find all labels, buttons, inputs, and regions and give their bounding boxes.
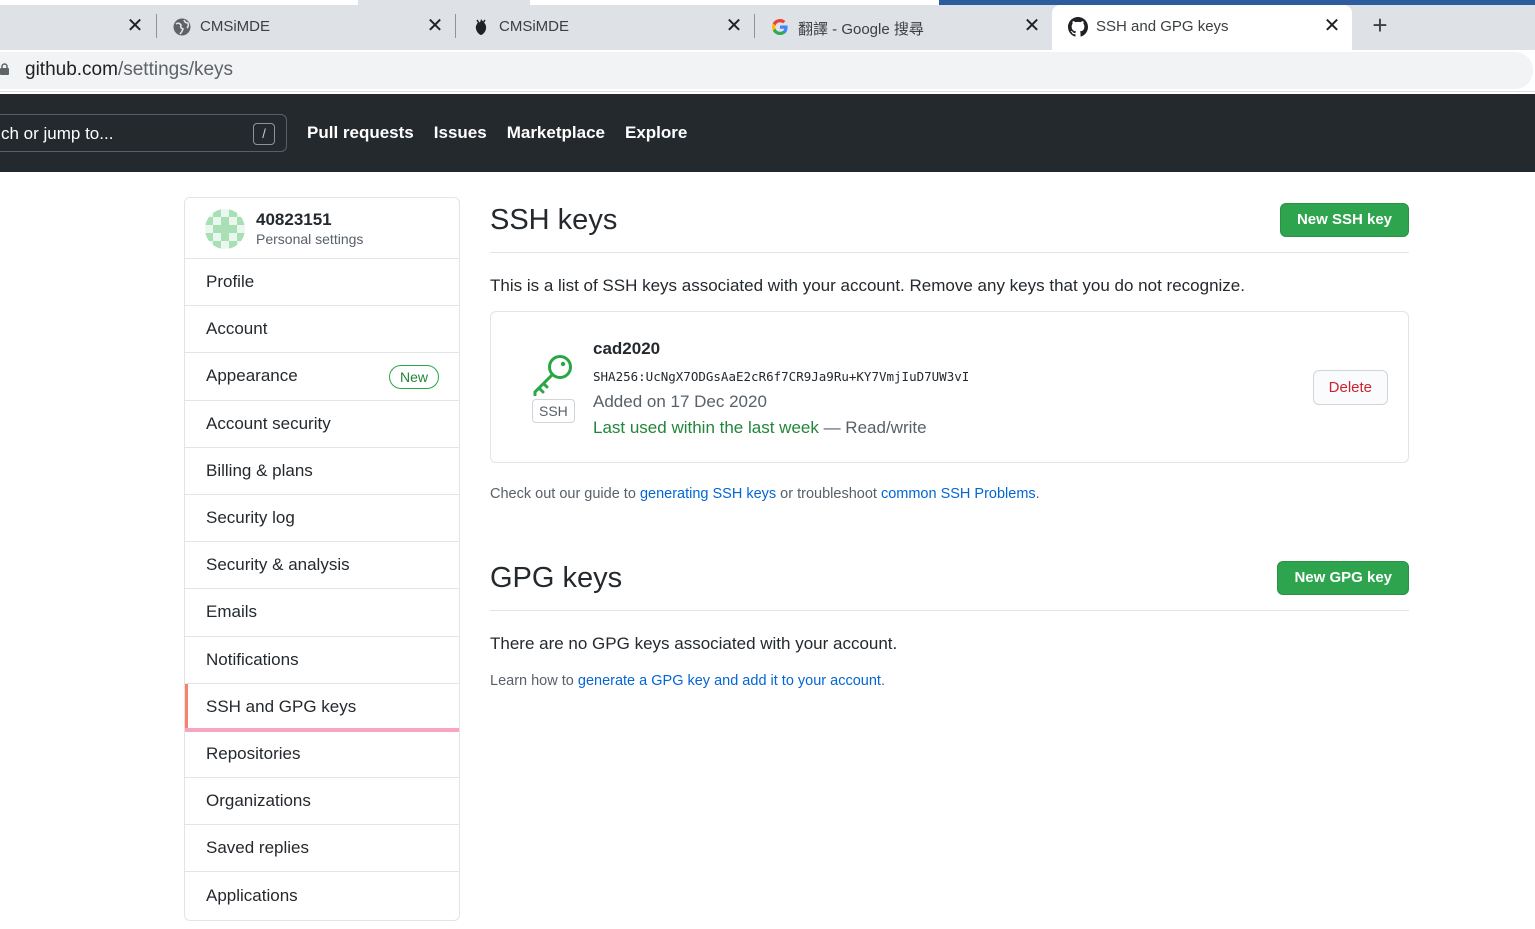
- browser-tab-title: 翻譯 - Google 搜尋: [798, 21, 924, 38]
- lock-icon[interactable]: [0, 63, 10, 75]
- nav-marketplace[interactable]: Marketplace: [507, 123, 605, 143]
- sidebar-item-label: Account: [206, 319, 268, 339]
- identicon-icon: [205, 209, 245, 249]
- search-shortcut-key: /: [253, 123, 275, 145]
- gpg-learn-text: Learn how to generate a GPG key and add …: [490, 673, 885, 689]
- new-badge: New: [388, 365, 439, 390]
- browser-tab-title: CMSiMDE: [499, 18, 569, 35]
- ssh-section-header: SSH keys New SSH key: [490, 196, 1409, 253]
- guide-prefix: Check out our guide to: [490, 486, 640, 502]
- globe-icon: [173, 18, 191, 36]
- sidebar-item-security-log[interactable]: Security log: [185, 495, 459, 543]
- browser-tab-active[interactable]: SSH and GPG keys ✕: [1052, 5, 1352, 50]
- browser-tab[interactable]: ✕: [0, 5, 155, 50]
- browser-tab[interactable]: CMSiMDE ✕: [156, 5, 455, 50]
- sidebar-subtitle: Personal settings: [256, 231, 364, 247]
- browser-tab[interactable]: 翻譯 - Google 搜尋 ✕: [754, 5, 1052, 50]
- sidebar-item-billing[interactable]: Billing & plans: [185, 448, 459, 495]
- sidebar-item-saved-replies[interactable]: Saved replies: [185, 825, 459, 873]
- sidebar-item-label: Profile: [206, 272, 255, 292]
- sidebar-item-ssh-gpg-keys[interactable]: SSH and GPG keys: [185, 683, 459, 733]
- sidebar-item-account[interactable]: Account: [185, 306, 459, 354]
- nav-issues[interactable]: Issues: [434, 123, 487, 143]
- github-header: ch or jump to... / Pull requests Issues …: [0, 94, 1535, 172]
- sidebar-item-label: Security & analysis: [206, 555, 350, 575]
- sidebar-item-repositories[interactable]: Repositories: [185, 731, 459, 779]
- gpg-description: There are no GPG keys associated with yo…: [490, 634, 898, 653]
- avatar[interactable]: [205, 209, 245, 249]
- sidebar-item-label: Security log: [206, 508, 295, 528]
- ssh-key-fingerprint: SHA256:UcNgX7ODGsAaE2cR6f7CR9Ja9Ru+KY7Vm…: [593, 369, 970, 384]
- url-text[interactable]: github.com/settings/keys: [25, 59, 233, 81]
- ssh-key-usage: Last used within the last week — Read/wr…: [593, 418, 927, 438]
- sidebar-item-organizations[interactable]: Organizations: [185, 778, 459, 826]
- sidebar-item-label: Billing & plans: [206, 460, 313, 480]
- ssh-type-label: SSH: [532, 399, 575, 423]
- close-icon[interactable]: ✕: [724, 16, 744, 36]
- nav-explore[interactable]: Explore: [625, 123, 687, 143]
- github-icon: [1068, 17, 1088, 37]
- search-placeholder: ch or jump to...: [1, 124, 114, 143]
- ssh-key-last-used: Last used within the last week: [593, 418, 819, 437]
- sidebar-item-account-security[interactable]: Account security: [185, 401, 459, 448]
- google-icon: [772, 19, 788, 35]
- flame-icon: [475, 19, 487, 35]
- sidebar-item-label: Emails: [206, 602, 258, 622]
- header-nav: Pull requests Issues Marketplace Explore: [307, 123, 687, 143]
- sidebar-item-label: Organizations: [206, 791, 311, 811]
- new-tab-button[interactable]: +: [1366, 12, 1394, 40]
- browser-tab[interactable]: CMSiMDE ✕: [455, 5, 754, 50]
- sidebar-username[interactable]: 40823151: [256, 210, 332, 230]
- sidebar-item-applications[interactable]: Applications: [185, 872, 459, 919]
- common-ssh-problems-link[interactable]: common SSH Problems: [881, 486, 1036, 502]
- main-content: SSH keys New SSH key This is a list of S…: [490, 196, 1409, 689]
- ssh-key-name: cad2020: [593, 339, 661, 358]
- gpg-section-header: GPG keys New GPG key: [490, 554, 1409, 611]
- url-host: github.com: [25, 59, 118, 80]
- settings-sidebar: 40823151 Personal settings Profile Accou…: [184, 197, 460, 921]
- ssh-section-title: SSH keys: [490, 204, 618, 236]
- sidebar-item-profile[interactable]: Profile: [185, 259, 459, 307]
- close-icon[interactable]: ✕: [1322, 16, 1342, 36]
- search-input[interactable]: ch or jump to... /: [0, 114, 287, 152]
- close-icon[interactable]: ✕: [425, 16, 445, 36]
- ssh-guide-text: Check out our guide to generating SSH ke…: [490, 486, 1040, 502]
- new-gpg-key-button[interactable]: New GPG key: [1277, 561, 1409, 595]
- sidebar-item-label: Repositories: [206, 743, 301, 763]
- sidebar-item-security-analysis[interactable]: Security & analysis: [185, 542, 459, 590]
- delete-ssh-key-button[interactable]: Delete: [1312, 370, 1388, 405]
- close-icon[interactable]: ✕: [125, 16, 145, 36]
- ssh-key-added-date: Added on 17 Dec 2020: [593, 392, 767, 411]
- generating-ssh-keys-link[interactable]: generating SSH keys: [640, 486, 776, 502]
- gpg-section-title: GPG keys: [490, 562, 623, 594]
- sidebar-item-appearance[interactable]: Appearance New: [185, 353, 459, 401]
- learn-suffix: .: [880, 673, 885, 689]
- sidebar-item-emails[interactable]: Emails: [185, 589, 459, 637]
- sidebar-item-label: Account security: [206, 413, 331, 433]
- ssh-key-item: SSH cad2020 SHA256:UcNgX7ODGsAaE2cR6f7CR…: [490, 311, 1409, 463]
- ssh-description: This is a list of SSH keys associated wi…: [490, 276, 1245, 295]
- close-icon[interactable]: ✕: [1022, 16, 1042, 36]
- ssh-key-access: — Read/write: [818, 418, 927, 437]
- browser-tab-title: CMSiMDE: [200, 18, 270, 35]
- guide-suffix: .: [1035, 486, 1040, 502]
- sidebar-item-notifications[interactable]: Notifications: [185, 637, 459, 684]
- sidebar-item-label: Notifications: [206, 649, 299, 669]
- key-icon: [533, 355, 572, 396]
- sidebar-item-label: Appearance: [206, 366, 298, 386]
- browser-tab-title: SSH and GPG keys: [1096, 18, 1229, 35]
- sidebar-item-label: Saved replies: [206, 838, 310, 858]
- guide-mid: or troubleshoot: [776, 486, 881, 502]
- new-ssh-key-button[interactable]: New SSH key: [1279, 203, 1409, 237]
- nav-pull-requests[interactable]: Pull requests: [307, 123, 414, 143]
- sidebar-header: 40823151 Personal settings: [185, 198, 459, 259]
- sidebar-item-label: Applications: [206, 886, 298, 906]
- browser-tab-strip: ✕ CMSiMDE ✕ CMSiMDE ✕ 翻譯 - Google 搜尋 ✕ S…: [0, 0, 1535, 50]
- url-path: /settings/keys: [117, 59, 234, 80]
- learn-prefix: Learn how to: [490, 673, 578, 689]
- sidebar-item-label: SSH and GPG keys: [206, 696, 357, 716]
- generate-gpg-key-link[interactable]: generate a GPG key and add it to your ac…: [578, 673, 881, 689]
